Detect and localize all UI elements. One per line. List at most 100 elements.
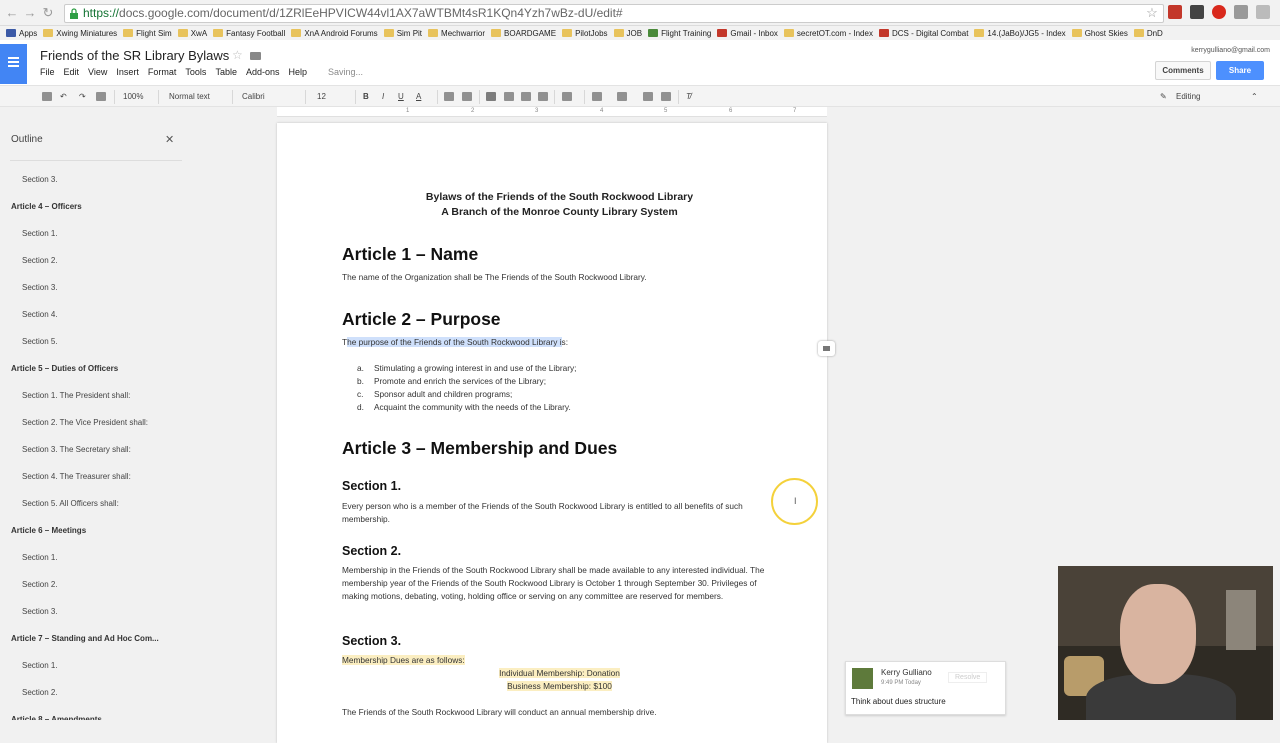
comment-card[interactable]: Kerry Gulliano 9:49 PM Today Resolve Thi… bbox=[845, 661, 1006, 715]
forward-icon[interactable]: → bbox=[22, 5, 38, 20]
url-input[interactable]: https://docs.google.com/document/d/1ZRlE… bbox=[64, 4, 1164, 23]
opera-extension-icon[interactable] bbox=[1212, 5, 1226, 19]
bookmark-item[interactable]: Xwing Miniatures bbox=[43, 26, 117, 40]
font-size-select[interactable]: 12 bbox=[317, 91, 326, 103]
bookmark-item[interactable]: Ghost Skies bbox=[1071, 26, 1128, 40]
ruler[interactable]: 1 2 3 4 5 6 7 bbox=[277, 107, 827, 117]
outline-item[interactable]: Article 4 – Officers bbox=[0, 200, 185, 227]
align-left-icon[interactable] bbox=[486, 92, 496, 101]
extension-icon[interactable] bbox=[1190, 5, 1204, 19]
bookmark-item[interactable]: XnA Android Forums bbox=[291, 26, 378, 40]
cast-icon[interactable] bbox=[1256, 5, 1270, 19]
extension-icon[interactable] bbox=[1234, 5, 1248, 19]
comments-button[interactable]: Comments bbox=[1155, 61, 1211, 80]
resolve-button[interactable]: Resolve bbox=[948, 672, 988, 683]
justify-icon[interactable] bbox=[538, 92, 548, 101]
outline-item[interactable]: Section 2. bbox=[0, 686, 185, 713]
outline-item[interactable]: Section 5. All Officers shall: bbox=[0, 497, 185, 524]
bookmark-star-icon[interactable]: ☆ bbox=[1144, 5, 1160, 21]
print-icon[interactable] bbox=[42, 92, 52, 101]
menu-item[interactable]: Format bbox=[148, 67, 177, 77]
bookmark-item[interactable]: Sim Pit bbox=[383, 26, 422, 40]
font-select[interactable]: Calibri bbox=[242, 91, 265, 103]
outline-item[interactable]: Section 3. bbox=[0, 605, 185, 632]
bookmark-item[interactable]: JOB bbox=[613, 26, 642, 40]
outline-item[interactable]: Section 2. bbox=[0, 254, 185, 281]
bold-button[interactable]: B bbox=[363, 91, 369, 103]
underline-button[interactable]: U bbox=[398, 91, 404, 103]
bookmark-item[interactable]: 14.(JaBo)/JG5 - Index bbox=[974, 26, 1066, 40]
account-email[interactable]: kerrygulliano@gmail.com bbox=[1191, 47, 1270, 54]
star-icon[interactable]: ☆ bbox=[232, 48, 243, 62]
outline-item[interactable]: Section 2. bbox=[0, 578, 185, 605]
paint-format-icon[interactable] bbox=[96, 92, 106, 101]
insert-comment-icon[interactable] bbox=[462, 92, 472, 101]
outline-item[interactable]: Article 8 – Amendments bbox=[0, 713, 185, 720]
menu-item[interactable]: Help bbox=[288, 67, 307, 77]
zoom-select[interactable]: 100% bbox=[123, 91, 143, 103]
menu-item[interactable]: View bbox=[88, 67, 107, 77]
outline-item[interactable]: Article 5 – Duties of Officers bbox=[0, 362, 185, 389]
bookmark-item[interactable]: secretOT.com - Index bbox=[783, 26, 873, 40]
style-select[interactable]: Normal text bbox=[169, 91, 210, 103]
outline-item[interactable]: Section 1. bbox=[0, 227, 185, 254]
folder-icon bbox=[6, 29, 16, 37]
outline-item[interactable]: Section 3. The Secretary shall: bbox=[0, 443, 185, 470]
link-icon[interactable] bbox=[444, 92, 454, 101]
bulleted-list-icon[interactable] bbox=[617, 92, 627, 101]
menu-item[interactable]: File bbox=[40, 67, 55, 77]
menu-item[interactable]: Add-ons bbox=[246, 67, 280, 77]
outline-item[interactable]: Section 4. bbox=[0, 308, 185, 335]
bookmark-item[interactable]: Flight Training bbox=[648, 26, 711, 40]
outline-item[interactable]: Section 5. bbox=[0, 335, 185, 362]
collapse-icon[interactable]: ⌃ bbox=[1251, 91, 1258, 103]
add-comment-icon[interactable] bbox=[818, 341, 835, 356]
bookmark-item[interactable]: DnD bbox=[1133, 26, 1163, 40]
outline-item[interactable]: Section 1. bbox=[0, 659, 185, 686]
outline-item[interactable]: Section 2. The Vice President shall: bbox=[0, 416, 185, 443]
numbered-list-icon[interactable] bbox=[592, 92, 602, 101]
menu-item[interactable]: Table bbox=[215, 67, 237, 77]
outline-item[interactable]: Article 6 – Meetings bbox=[0, 524, 185, 551]
align-right-icon[interactable] bbox=[521, 92, 531, 101]
undo-icon[interactable]: ↶ bbox=[60, 91, 67, 103]
reload-icon[interactable]: ↻ bbox=[40, 5, 56, 21]
back-icon[interactable]: ← bbox=[4, 5, 20, 20]
bookmark-item[interactable]: Gmail - Inbox bbox=[717, 26, 778, 40]
bookmark-item[interactable]: Flight Sim bbox=[123, 26, 172, 40]
bookmark-item[interactable]: Mechwarrior bbox=[428, 26, 485, 40]
doc-title-line1: Bylaws of the Friends of the South Rockw… bbox=[425, 191, 694, 203]
bookmark-item[interactable]: Apps bbox=[6, 26, 37, 40]
bookmark-item[interactable]: Fantasy Football bbox=[213, 26, 285, 40]
outline-item[interactable]: Section 3. bbox=[0, 281, 185, 308]
italic-button[interactable]: I bbox=[382, 91, 384, 103]
close-icon[interactable]: ✕ bbox=[165, 133, 174, 146]
menu-item[interactable]: Edit bbox=[64, 67, 80, 77]
outline-item[interactable]: Section 1. The President shall: bbox=[0, 389, 185, 416]
document-title[interactable]: Friends of the SR Library Bylaws bbox=[40, 48, 229, 63]
docs-logo-icon[interactable] bbox=[0, 44, 27, 84]
bookmark-item[interactable]: PilotJobs bbox=[562, 26, 608, 40]
gmail-extension-icon[interactable] bbox=[1168, 5, 1182, 19]
document-page[interactable]: Bylaws of the Friends of the South Rockw… bbox=[277, 123, 827, 743]
outline-item[interactable]: Section 1. bbox=[0, 551, 185, 578]
menu-item[interactable]: Insert bbox=[116, 67, 139, 77]
line-spacing-icon[interactable] bbox=[562, 92, 572, 101]
bookmark-item[interactable]: DCS - Digital Combat bbox=[878, 26, 968, 40]
folder-icon[interactable] bbox=[250, 52, 261, 60]
outline-item[interactable]: Section 4. The Treasurer shall: bbox=[0, 470, 185, 497]
outline-item[interactable]: Section 3. bbox=[0, 173, 185, 200]
align-center-icon[interactable] bbox=[504, 92, 514, 101]
bookmark-item[interactable]: XwA bbox=[177, 26, 207, 40]
clear-formatting-icon[interactable]: T̸ bbox=[686, 91, 691, 103]
redo-icon[interactable]: ↷ bbox=[79, 91, 86, 103]
outline-item[interactable]: Article 7 – Standing and Ad Hoc Com... bbox=[0, 632, 185, 659]
editing-mode-select[interactable]: Editing bbox=[1176, 91, 1200, 103]
increase-indent-icon[interactable] bbox=[661, 92, 671, 101]
menu-item[interactable]: Tools bbox=[185, 67, 206, 77]
bookmark-item[interactable]: BOARDGAME bbox=[491, 26, 556, 40]
pencil-icon: ✎ bbox=[1160, 92, 1167, 101]
decrease-indent-icon[interactable] bbox=[643, 92, 653, 101]
text-color-button[interactable]: A bbox=[416, 91, 421, 103]
share-button[interactable]: Share bbox=[1216, 61, 1264, 80]
